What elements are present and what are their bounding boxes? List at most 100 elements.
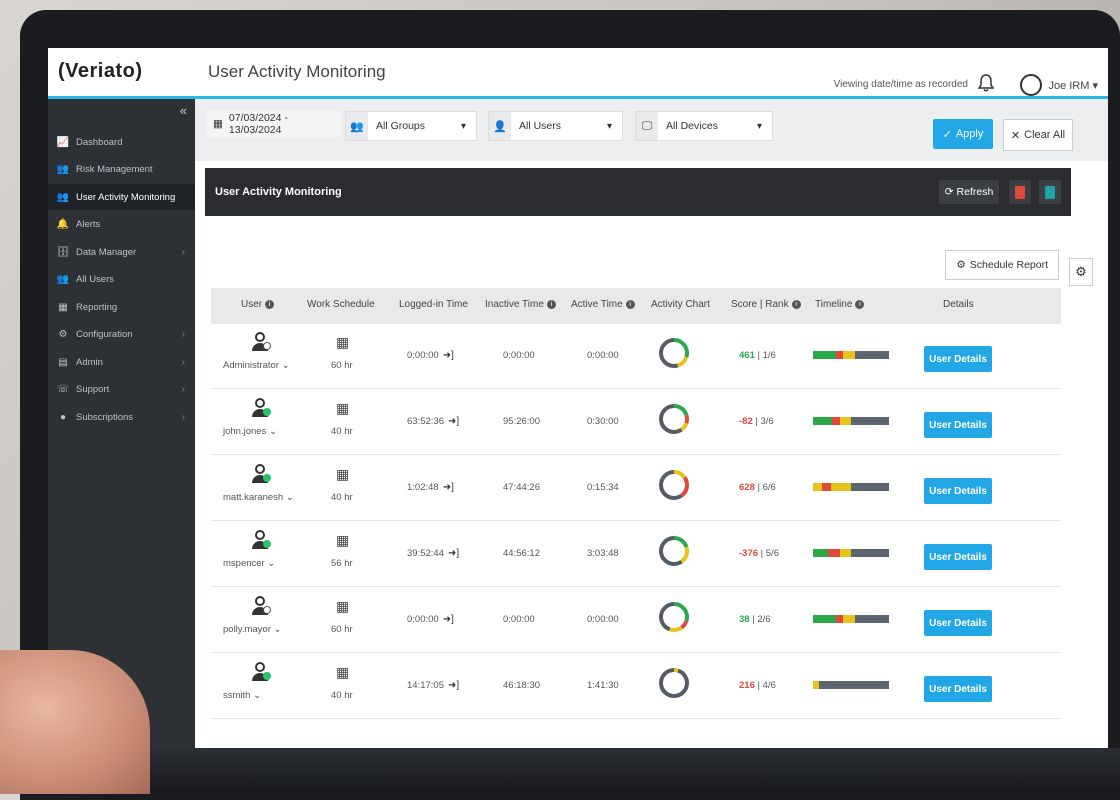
date-range-picker[interactable]: ▦ 07/03/2024 - 13/03/2024 (207, 111, 341, 137)
header-active[interactable]: Active Time i (571, 299, 635, 310)
groups-select[interactable]: 👥 All Groups ▾ (345, 111, 477, 141)
refresh-icon: ⟳ (944, 186, 954, 198)
activity-donut-chart[interactable] (657, 666, 691, 700)
timeline-segment (822, 483, 832, 491)
sidebar-item-label: User Activity Monitoring (76, 191, 176, 203)
sidebar-item-all-users[interactable]: 👥 All Users (48, 267, 195, 293)
user-details-button[interactable]: User Details (924, 544, 992, 570)
apply-button[interactable]: ✓ Apply (933, 119, 993, 149)
online-status-dot (263, 408, 271, 416)
work-schedule-value: 40 hr (331, 690, 353, 701)
user-name: matt.karanesh (223, 492, 284, 503)
sidebar-item-alerts[interactable]: 🔔 Alerts (48, 212, 195, 238)
donut-segment (659, 668, 689, 698)
user-name-dropdown[interactable]: Administrator ⌄ (223, 360, 290, 371)
header-inactive[interactable]: Inactive Time i (485, 299, 556, 310)
collapse-sidebar-icon[interactable]: « (180, 103, 187, 118)
top-bar: (Veriato) User Activity Monitoring Viewi… (48, 48, 1108, 99)
user-details-button[interactable]: User Details (924, 346, 992, 372)
user-details-button[interactable]: User Details (924, 610, 992, 636)
header-user[interactable]: User i (241, 299, 275, 310)
notification-bell-icon[interactable] (977, 74, 998, 94)
login-icon[interactable]: ➜] (443, 482, 454, 493)
activity-donut-chart[interactable] (657, 600, 691, 634)
header-timeline[interactable]: Timeline i (815, 299, 865, 310)
timeline-segment (850, 483, 889, 491)
user-details-button[interactable]: User Details (924, 412, 992, 438)
info-icon[interactable]: i (855, 299, 865, 309)
chevron-down-icon: ⌄ (278, 360, 290, 371)
activity-timeline-bar[interactable] (813, 483, 889, 491)
info-icon[interactable]: i (791, 299, 801, 309)
activity-donut-chart[interactable] (657, 336, 691, 370)
sidebar-item-configuration[interactable]: ⚙ Configuration › (48, 322, 195, 348)
header-details[interactable]: Details (943, 299, 974, 310)
sidebar-item-dashboard[interactable]: 📈 Dashboard (48, 129, 195, 155)
activity-donut-chart[interactable] (657, 534, 691, 568)
schedule-report-button[interactable]: ⚙ Schedule Report (945, 250, 1059, 280)
rank-value: 2/6 (757, 614, 771, 625)
sidebar-item-risk-management[interactable]: 👥 Risk Management (48, 157, 195, 183)
active-time-value: 0:00:00 (587, 614, 619, 625)
sidebar-item-user-activity-monitoring[interactable]: 👥 User Activity Monitoring (48, 184, 195, 210)
info-icon[interactable]: i (546, 299, 556, 309)
sidebar-item-support[interactable]: ☏ Support › (48, 377, 195, 403)
info-icon[interactable]: i (265, 299, 275, 309)
header-logged-in[interactable]: Logged-in Time (399, 299, 468, 310)
devices-select[interactable]: 🖵 All Devices ▾ (635, 111, 773, 141)
export-excel-button[interactable] (1039, 180, 1061, 204)
online-status-dot (263, 672, 271, 680)
activity-donut-chart[interactable] (657, 402, 691, 436)
logged-in-value: 0:00:00 (407, 614, 439, 625)
sidebar-item-admin[interactable]: ▤ Admin › (48, 349, 195, 375)
sidebar-item-reporting[interactable]: ▦ Reporting (48, 294, 195, 320)
export-pdf-button[interactable] (1009, 180, 1031, 204)
users-select[interactable]: 👤 All Users ▾ (488, 111, 623, 141)
user-name-dropdown[interactable]: john.jones ⌄ (223, 426, 277, 437)
work-schedule-value: 60 hr (331, 360, 353, 371)
refresh-button[interactable]: ⟳ Refresh (939, 180, 999, 204)
rank-value: 4/6 (762, 680, 776, 691)
logged-in-time: 63:52:36 ➜] (407, 416, 459, 427)
info-icon[interactable]: i (625, 299, 635, 309)
user-details-button[interactable]: User Details (924, 478, 992, 504)
veriato-logo[interactable]: (Veriato) (58, 60, 143, 83)
clear-all-button[interactable]: ✕ Clear All (1003, 119, 1073, 151)
sidebar-item-label: Reporting (76, 301, 118, 313)
sidebar-item-label: Support (76, 384, 110, 395)
clear-all-label: Clear All (1024, 129, 1066, 141)
devices-value: All Devices (666, 120, 718, 132)
calendar-icon: ▦ (213, 118, 223, 130)
activity-timeline-bar[interactable] (813, 351, 889, 359)
user-menu[interactable]: Joe IRM ▾ (1020, 74, 1098, 96)
login-icon[interactable]: ➜] (448, 680, 459, 691)
sidebar-item-label: Admin (76, 356, 103, 368)
login-icon[interactable]: ➜] (448, 548, 459, 559)
login-icon[interactable]: ➜] (443, 350, 454, 361)
user-name-dropdown[interactable]: ssmith ⌄ (223, 690, 261, 701)
table-row: matt.karanesh ⌄ ▦ 40 hr 1:02:48 ➜] 47:44:26 0:… (211, 456, 1061, 521)
timeline-segment (835, 351, 844, 359)
header-activity-chart[interactable]: Activity Chart (651, 299, 710, 310)
user-name-dropdown[interactable]: matt.karanesh ⌄ (223, 492, 294, 503)
user-name-dropdown[interactable]: polly.mayor ⌄ (223, 624, 281, 635)
activity-timeline-bar[interactable] (813, 549, 889, 557)
header-score-rank[interactable]: Score | Rank i (731, 299, 801, 310)
activity-donut-chart[interactable] (657, 468, 691, 502)
chevron-right-icon: › (181, 384, 185, 395)
activity-timeline-bar[interactable] (813, 417, 889, 425)
users-value: All Users (519, 120, 562, 132)
login-icon[interactable]: ➜] (443, 614, 454, 625)
user-details-button[interactable]: User Details (924, 676, 992, 702)
viewing-date-note: Viewing date/time as recorded (833, 79, 968, 90)
activity-timeline-bar[interactable] (813, 681, 889, 689)
panel-header: User Activity Monitoring ⟳ Refresh (205, 168, 1071, 216)
activity-timeline-bar[interactable] (813, 615, 889, 623)
header-work-schedule[interactable]: Work Schedule (307, 299, 375, 310)
settings-gear-icon[interactable]: ⚙ (1069, 258, 1093, 286)
sidebar-item-subscriptions[interactable]: ● Subscriptions › (48, 404, 195, 430)
sidebar-item-data-manager[interactable]: 🗄 Data Manager › (48, 239, 195, 265)
login-icon[interactable]: ➜] (448, 416, 459, 427)
user-name-dropdown[interactable]: mspencer ⌄ (223, 558, 275, 569)
logged-in-value: 1:02:48 (407, 482, 439, 493)
